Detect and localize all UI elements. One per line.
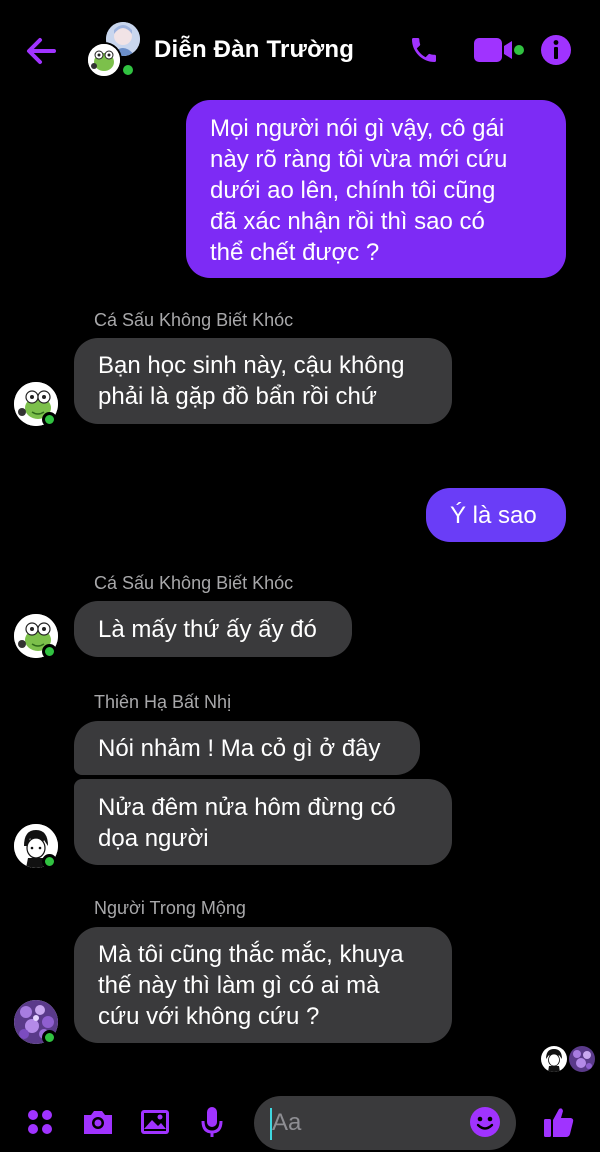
message-line: thế này thì làm gì có ai mà [98,972,380,999]
conversation-title[interactable]: Diễn Đàn Trường [154,36,354,64]
message-line: này rõ ràng tôi vừa mới cứu [210,146,508,173]
camera-icon[interactable] [80,1104,116,1140]
incoming-message[interactable]: Bạn học sinh này, cậu không phải là gặp … [74,338,452,424]
message-line: Mà tôi cũng thắc mắc, khuya [98,941,404,968]
online-indicator [42,644,57,659]
message-line: Ý là sao [450,502,537,529]
sender-name: Người Trong Mộng [94,898,246,918]
gallery-icon[interactable] [137,1104,173,1140]
message-line: thể chết được ? [210,239,380,266]
sender-avatar[interactable] [14,824,58,869]
online-indicator [120,62,136,78]
message-line: Là mấy thứ ấy ấy đó [98,616,317,643]
incoming-message[interactable]: Nửa đêm nửa hôm đừng có dọa người [74,779,452,865]
message-line: cứu với không cứu ? [98,1003,320,1030]
more-actions-icon[interactable] [22,1104,58,1140]
message-line: Mọi người nói gì vậy, cô gái [210,115,505,142]
incoming-message[interactable]: Mà tôi cũng thắc mắc, khuya thế này thì … [74,927,452,1043]
message-line: Nói nhảm ! Ma cỏ gì ở đây [98,735,381,762]
member-avatar [86,42,122,78]
online-indicator [42,412,57,427]
video-camera-icon[interactable] [472,32,526,68]
incoming-message[interactable]: Là mấy thứ ấy ấy đó [74,601,352,657]
back-arrow-icon[interactable] [24,34,58,68]
emoji-icon[interactable] [467,1104,503,1140]
message-line: dưới ao lên, chính tôi cũng [210,177,496,204]
info-icon[interactable] [538,32,574,68]
sender-name: Cá Sấu Không Biết Khóc [94,310,294,330]
online-indicator [42,854,57,869]
group-avatar[interactable] [84,22,142,80]
seen-avatar [569,1046,595,1072]
sender-avatar[interactable] [14,1000,58,1045]
outgoing-message[interactable]: Mọi người nói gì vậy, cô gái này rõ ràng… [186,100,566,278]
seen-avatar [541,1046,567,1072]
thumbs-up-icon[interactable] [541,1104,577,1140]
sender-avatar[interactable] [14,382,58,427]
incoming-message[interactable]: Nói nhảm ! Ma cỏ gì ở đây [74,721,420,775]
message-line: phải là gặp đồ bẩn rồi chứ [98,383,377,410]
message-line: dọa người [98,825,209,852]
sender-name: Thiên Hạ Bất Nhị [94,692,232,712]
sender-name: Cá Sấu Không Biết Khóc [94,573,294,593]
message-line: đã xác nhận rồi thì sao có [210,208,485,235]
message-line: Bạn học sinh này, cậu không [98,352,405,379]
sender-avatar[interactable] [14,614,58,659]
message-line: Nửa đêm nửa hôm đừng có [98,794,396,821]
text-caret [270,1108,272,1140]
outgoing-message[interactable]: Ý là sao [426,488,566,542]
phone-icon[interactable] [406,32,442,68]
online-indicator [42,1030,57,1045]
microphone-icon[interactable] [194,1104,230,1140]
chat-header: Diễn Đàn Trường [0,0,600,100]
